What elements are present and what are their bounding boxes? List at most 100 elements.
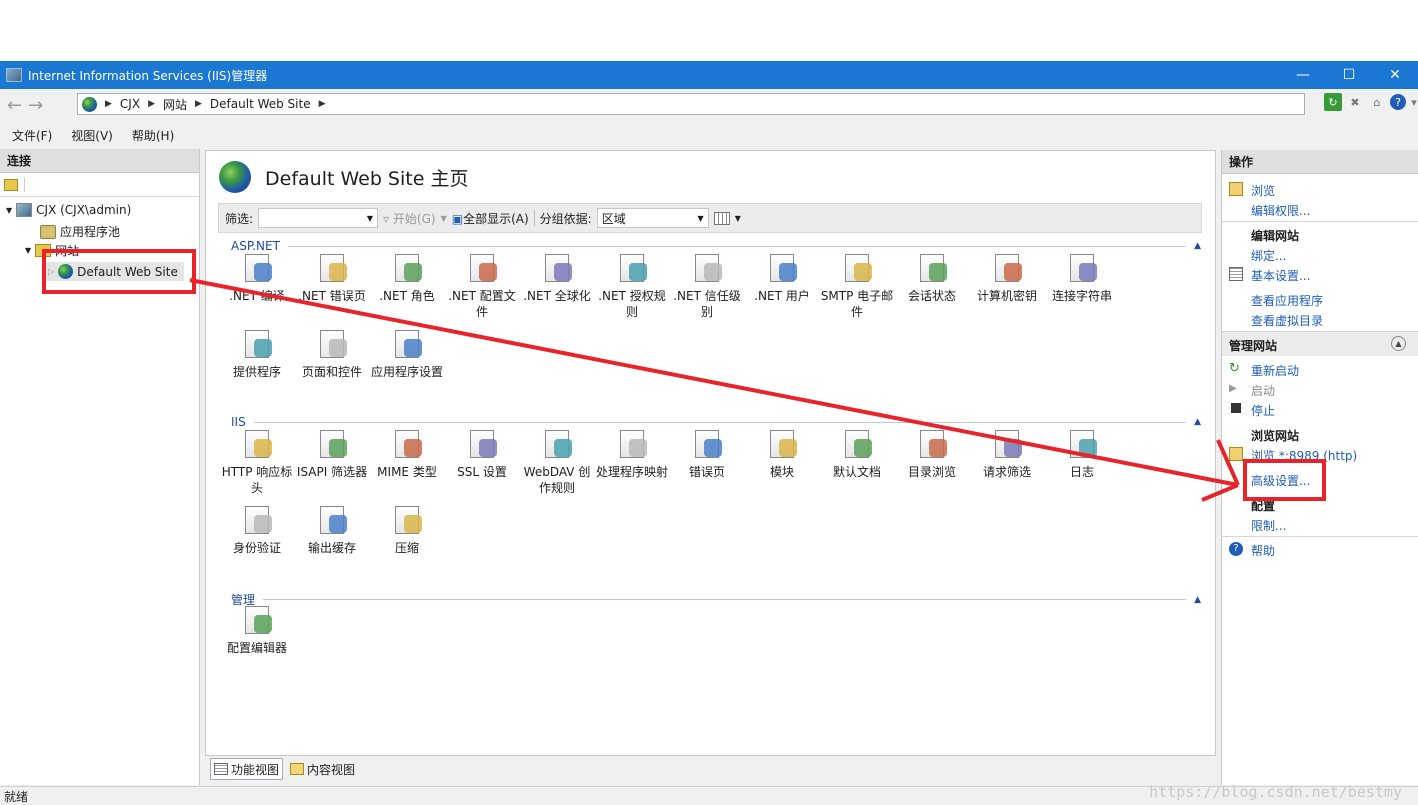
filter-go-button[interactable]: ▿ 开始(G) bbox=[383, 210, 436, 227]
minimize-icon[interactable]: — bbox=[1280, 61, 1326, 89]
show-all-button[interactable]: ▣全部显示(A) bbox=[452, 210, 529, 227]
divider bbox=[1222, 536, 1418, 537]
action-stop[interactable]: 停止 bbox=[1251, 402, 1275, 419]
feature-item[interactable]: 提供程序 bbox=[219, 327, 295, 380]
feature-item[interactable]: ISAPI 筛选器 bbox=[294, 427, 370, 480]
feature-item[interactable]: 页面和控件 bbox=[294, 327, 370, 380]
action-limits[interactable]: 限制... bbox=[1251, 517, 1286, 534]
forward-icon[interactable]: → bbox=[28, 95, 43, 116]
feature-icon bbox=[240, 503, 274, 537]
action-browse[interactable]: 浏览 bbox=[1251, 182, 1275, 199]
browse-icon bbox=[1229, 447, 1243, 461]
action-help[interactable]: 帮助 bbox=[1251, 542, 1275, 559]
menu-file[interactable]: 文件(F) bbox=[12, 127, 52, 144]
feature-item[interactable]: 默认文档 bbox=[819, 427, 895, 480]
crumb-sites[interactable]: 网站 bbox=[163, 96, 187, 113]
group-management[interactable]: 管理 ▲ bbox=[231, 591, 1201, 608]
back-icon[interactable]: ← bbox=[7, 95, 22, 116]
feature-item[interactable]: 会话状态 bbox=[894, 251, 970, 304]
feature-item[interactable]: MIME 类型 bbox=[369, 427, 445, 480]
feature-icon bbox=[915, 427, 949, 461]
feature-item[interactable]: .NET 编译 bbox=[219, 251, 295, 304]
view-mode-icon[interactable] bbox=[713, 211, 730, 225]
feature-item[interactable]: 模块 bbox=[744, 427, 820, 480]
action-bindings[interactable]: 绑定... bbox=[1251, 247, 1286, 264]
feature-item[interactable]: .NET 配置文件 bbox=[444, 251, 520, 320]
chevron-down-icon: ▼ bbox=[366, 213, 374, 223]
tree-node-apppools[interactable]: 应用程序池 bbox=[40, 223, 120, 240]
action-advanced-settings[interactable]: 高级设置... bbox=[1251, 472, 1310, 489]
add-connection-icon[interactable] bbox=[4, 178, 18, 191]
groupby-label: 分组依据: bbox=[539, 211, 592, 226]
action-start[interactable]: 启动 bbox=[1251, 382, 1275, 399]
crumb-server[interactable]: CJX bbox=[120, 97, 140, 111]
breadcrumb[interactable]: ▶ CJX ▶ 网站 ▶ Default Web Site ▶ bbox=[77, 93, 1305, 115]
feature-item[interactable]: .NET 角色 bbox=[369, 251, 445, 304]
chevron-down-icon[interactable]: ▼ bbox=[25, 246, 31, 255]
tree-node-default-site[interactable]: ▷ Default Web Site bbox=[46, 262, 184, 281]
feature-item[interactable]: WebDAV 创作规则 bbox=[519, 427, 595, 496]
filter-input[interactable]: ▼ bbox=[258, 208, 379, 228]
feature-item[interactable]: .NET 用户 bbox=[744, 251, 820, 304]
tab-features-view[interactable]: 功能视图 bbox=[210, 758, 284, 780]
action-view-applications[interactable]: 查看应用程序 bbox=[1251, 292, 1323, 309]
action-edit-permissions[interactable]: 编辑权限... bbox=[1251, 202, 1310, 219]
feature-item[interactable]: .NET 信任级别 bbox=[669, 251, 745, 320]
feature-item[interactable]: 配置编辑器 bbox=[219, 603, 295, 656]
feature-item[interactable]: 应用程序设置 bbox=[369, 327, 445, 380]
collapse-icon[interactable]: ▲ bbox=[1194, 417, 1201, 427]
feature-item[interactable]: 请求筛选 bbox=[969, 427, 1045, 480]
collapse-icon[interactable]: ▲ bbox=[1391, 336, 1406, 351]
feature-item[interactable]: 处理程序映射 bbox=[594, 427, 670, 480]
feature-icon bbox=[840, 427, 874, 461]
feature-item[interactable]: SMTP 电子邮件 bbox=[819, 251, 895, 320]
crumb-site[interactable]: Default Web Site bbox=[210, 97, 311, 111]
tab-content-view[interactable]: 内容视图 bbox=[287, 758, 358, 780]
globe-icon bbox=[219, 161, 251, 193]
chevron-right-icon: ▶ bbox=[148, 99, 155, 109]
action-browse-port[interactable]: 浏览 *:8989 (http) bbox=[1251, 447, 1357, 464]
feature-item[interactable]: 输出缓存 bbox=[294, 503, 370, 556]
help-icon[interactable]: ? bbox=[1390, 94, 1406, 110]
connections-header: 连接 bbox=[0, 149, 199, 173]
toolbar-separator bbox=[533, 210, 535, 226]
collapse-icon[interactable]: ▲ bbox=[1194, 595, 1201, 605]
groupby-select[interactable]: 区域 ▼ bbox=[596, 208, 709, 228]
tree-node-server[interactable]: ▼ CJX (CJX\admin) bbox=[6, 203, 131, 217]
action-restart[interactable]: 重新启动 bbox=[1251, 362, 1299, 379]
feature-label: SMTP 电子邮件 bbox=[820, 289, 894, 319]
chevron-down-icon[interactable]: ▼ bbox=[441, 214, 447, 223]
menu-view[interactable]: 视图(V) bbox=[71, 127, 113, 144]
collapse-icon[interactable]: ▲ bbox=[1194, 241, 1201, 251]
feature-item[interactable]: .NET 全球化 bbox=[519, 251, 595, 304]
feature-item[interactable]: SSL 设置 bbox=[444, 427, 520, 480]
feature-item[interactable]: 计算机密钥 bbox=[969, 251, 1045, 304]
feature-item[interactable]: 错误页 bbox=[669, 427, 745, 480]
feature-item[interactable]: HTTP 响应标头 bbox=[219, 427, 295, 496]
chevron-down-icon[interactable]: ▾ bbox=[1410, 93, 1418, 111]
chevron-down-icon[interactable]: ▼ bbox=[735, 214, 741, 223]
toolbar-separator bbox=[24, 177, 25, 192]
feature-item[interactable]: 日志 bbox=[1044, 427, 1120, 480]
chevron-down-icon[interactable]: ▼ bbox=[6, 206, 12, 215]
feature-icon bbox=[840, 251, 874, 285]
action-view-virtual-dirs[interactable]: 查看虚拟目录 bbox=[1251, 312, 1323, 329]
refresh-icon[interactable]: ↻ bbox=[1324, 93, 1342, 111]
feature-item[interactable]: .NET 授权规则 bbox=[594, 251, 670, 320]
feature-icon bbox=[540, 427, 574, 461]
home-icon[interactable]: ⌂ bbox=[1368, 93, 1386, 111]
chevron-right-icon[interactable]: ▷ bbox=[48, 267, 54, 276]
feature-item[interactable]: 目录浏览 bbox=[894, 427, 970, 480]
menu-help[interactable]: 帮助(H) bbox=[132, 127, 174, 144]
close-icon[interactable]: ✕ bbox=[1372, 61, 1418, 89]
tree-node-sites[interactable]: ▼ 网站 bbox=[25, 242, 79, 259]
feature-item[interactable]: 压缩 bbox=[369, 503, 445, 556]
action-basic-settings[interactable]: 基本设置... bbox=[1251, 267, 1310, 284]
feature-item[interactable]: 连接字符串 bbox=[1044, 251, 1120, 304]
page-header: Default Web Site 主页 bbox=[219, 161, 468, 193]
maximize-icon[interactable]: ☐ bbox=[1326, 61, 1372, 89]
feature-label: 默认文档 bbox=[832, 465, 881, 479]
stop-icon[interactable]: ✖ bbox=[1346, 93, 1364, 111]
feature-item[interactable]: .NET 错误页 bbox=[294, 251, 370, 304]
feature-item[interactable]: 身份验证 bbox=[219, 503, 295, 556]
